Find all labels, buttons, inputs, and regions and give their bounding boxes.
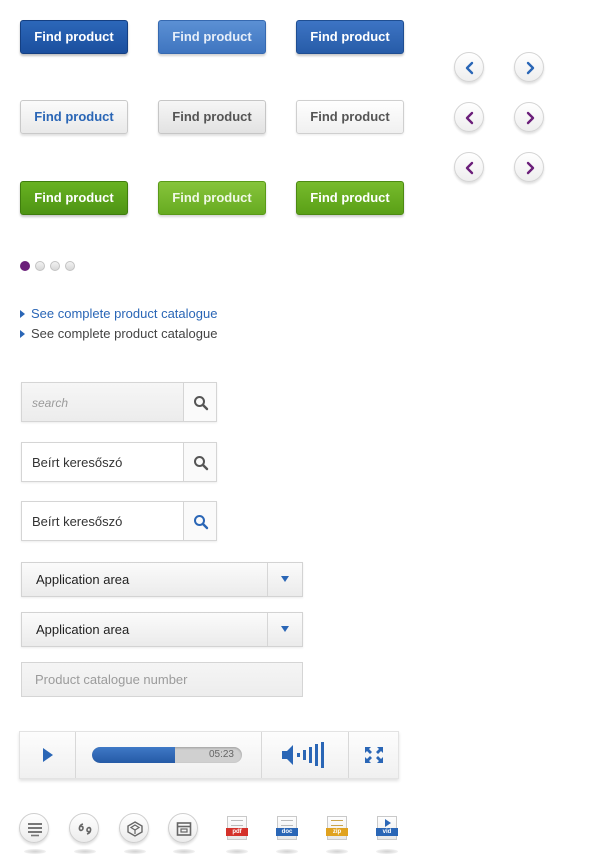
find-product-button-blue-hover[interactable]: Find product <box>158 20 266 54</box>
pagination-dot-1[interactable] <box>20 261 30 271</box>
icon-shadow <box>173 849 195 854</box>
icon-shadow <box>276 849 298 854</box>
prev-button-blue[interactable] <box>454 52 484 82</box>
dropdown-value: Application area <box>36 572 130 587</box>
file-type-label: vid <box>376 828 398 836</box>
pdf-download[interactable]: pdf <box>221 813 253 854</box>
search-icon <box>194 396 209 411</box>
next-button-purple-alt[interactable] <box>514 152 544 182</box>
icon-shadow <box>74 849 96 854</box>
zip-file-icon: zip <box>326 816 348 840</box>
dropdown-value: Application area <box>36 622 130 637</box>
icon-shadow <box>376 849 398 854</box>
video-file-icon: vid <box>376 816 398 840</box>
search-icon <box>194 515 209 530</box>
catalogue-link-active[interactable]: See complete product catalogue <box>20 306 217 322</box>
progress-bar[interactable]: 05:23 <box>92 747 242 763</box>
quote-button[interactable] <box>69 813 101 854</box>
search-box-empty <box>21 382 217 422</box>
doc-lines <box>281 820 293 826</box>
window-icon <box>176 822 192 836</box>
file-type-label: zip <box>326 828 348 836</box>
pagination-dot-2[interactable] <box>35 261 45 271</box>
list-button[interactable] <box>19 813 51 854</box>
find-product-button-green-active[interactable]: Find product <box>296 181 404 215</box>
find-product-button-gray-active[interactable]: Find product <box>296 100 404 134</box>
volume-control[interactable] <box>262 732 348 778</box>
chevron-left-icon <box>465 61 474 75</box>
search-box-filled <box>21 442 217 482</box>
find-product-button-blue-active[interactable]: Find product <box>296 20 404 54</box>
find-product-button-gray-hover[interactable]: Find product <box>158 100 266 134</box>
search-button[interactable] <box>183 502 216 540</box>
icon-shadow <box>226 849 248 854</box>
list-icon <box>28 823 42 837</box>
doc-lines <box>331 820 343 826</box>
pagination-dot-3[interactable] <box>50 261 60 271</box>
chevron-right-icon <box>526 111 535 125</box>
catalogue-link-label: See complete product catalogue <box>31 326 218 341</box>
file-type-label: doc <box>276 828 298 836</box>
volume-icon <box>282 742 324 768</box>
dropdown-toggle[interactable] <box>267 613 302 646</box>
next-button-purple[interactable] <box>514 102 544 132</box>
find-product-button-blue-default[interactable]: Find product <box>20 20 128 54</box>
chevron-left-icon <box>465 111 474 125</box>
search-button[interactable] <box>183 383 216 421</box>
chevron-right-icon <box>526 161 535 175</box>
time-display: 05:23 <box>208 749 234 760</box>
find-product-button-gray-default[interactable]: Find product <box>20 100 128 134</box>
round-icon-frame <box>168 813 198 843</box>
find-product-button-green-hover[interactable]: Find product <box>158 181 266 215</box>
media-player: 05:23 <box>19 731 399 779</box>
icon-shadow <box>124 849 146 854</box>
find-product-button-green-default[interactable]: Find product <box>20 181 128 215</box>
search-input[interactable] <box>22 383 184 421</box>
round-icon-frame <box>69 813 99 843</box>
search-button[interactable] <box>183 443 216 481</box>
chevron-right-icon <box>526 61 535 75</box>
icon-shadow <box>24 849 46 854</box>
quote-icon <box>78 823 92 835</box>
search-input[interactable] <box>22 443 184 481</box>
dropdown-toggle[interactable] <box>267 563 302 596</box>
chevron-left-icon <box>465 161 474 175</box>
search-icon <box>194 456 209 471</box>
triangle-right-icon <box>20 310 25 318</box>
play-icon <box>385 819 391 827</box>
catalogue-number-field[interactable] <box>21 662 303 697</box>
search-input[interactable] <box>22 502 184 540</box>
doc-download[interactable]: doc <box>271 813 303 854</box>
round-icon-frame <box>119 813 149 843</box>
fullscreen-button[interactable] <box>349 732 399 778</box>
pagination-dot-4[interactable] <box>65 261 75 271</box>
video-download[interactable]: vid <box>371 813 403 854</box>
caret-down-icon <box>281 626 289 632</box>
caret-down-icon <box>281 576 289 582</box>
catalogue-link-label: See complete product catalogue <box>31 306 218 321</box>
prev-button-purple-alt[interactable] <box>454 152 484 182</box>
doc-file-icon: doc <box>276 816 298 840</box>
application-area-dropdown-hover[interactable]: Application area <box>21 612 303 647</box>
application-area-dropdown[interactable]: Application area <box>21 562 303 597</box>
progress-fill <box>92 747 175 763</box>
catalogue-link[interactable]: See complete product catalogue <box>20 326 217 342</box>
window-button[interactable] <box>168 813 200 854</box>
icon-shadow <box>326 849 348 854</box>
play-button[interactable] <box>20 732 75 778</box>
prev-button-purple[interactable] <box>454 102 484 132</box>
round-icon-frame <box>19 813 49 843</box>
search-box-focused <box>21 501 217 541</box>
fullscreen-icon <box>365 747 383 763</box>
cube-button[interactable] <box>119 813 151 854</box>
pdf-file-icon: pdf <box>226 816 248 840</box>
file-type-label: pdf <box>226 828 248 836</box>
play-icon <box>43 748 53 762</box>
triangle-right-icon <box>20 330 25 338</box>
doc-lines <box>231 820 243 826</box>
zip-download[interactable]: zip <box>321 813 353 854</box>
divider <box>75 732 76 778</box>
cube-icon <box>127 821 143 837</box>
next-button-blue[interactable] <box>514 52 544 82</box>
